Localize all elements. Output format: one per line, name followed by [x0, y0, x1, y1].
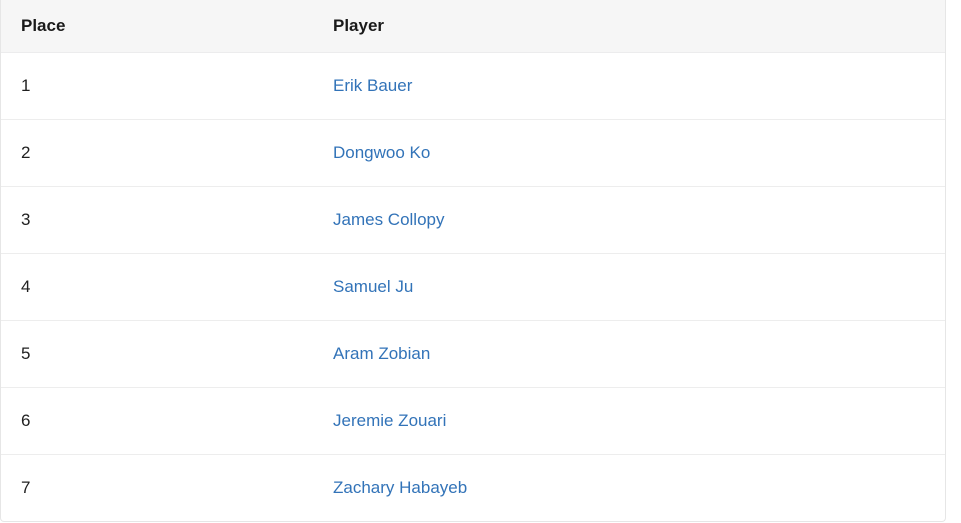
cell-country: Germany: [506, 252, 945, 320]
player-link[interactable]: Erik Bauer: [333, 76, 412, 95]
table-row: 2 Dongwoo Ko Canada €100,100: [1, 118, 945, 186]
table-header: Place Player Country Prize: [1, 0, 945, 53]
cell-place: 1: [21, 75, 31, 95]
cell-place: 4: [1, 252, 167, 320]
table-row: 7 Zachary Habayeb Canada €24,400: [1, 453, 945, 521]
tournament-results-table: Place Player Country Prize 1 Erik Bauer …: [1, 0, 945, 521]
cell-place: 6: [1, 386, 167, 454]
results-table-container: Place Player Country Prize 1 Erik Bauer …: [0, 0, 946, 522]
cell-player: Zachary Habayeb: [167, 453, 506, 521]
cell-player: Erik Bauer: [167, 52, 506, 119]
column-header-place: Place: [1, 0, 167, 53]
player-link[interactable]: Zachary Habayeb: [333, 478, 467, 497]
cell-country: France: [506, 386, 945, 454]
player-link[interactable]: Aram Zobian: [333, 344, 430, 363]
cell-player: Dongwoo Ko: [167, 118, 506, 186]
cell-player: Jeremie Zouari: [167, 386, 506, 454]
table-header-row: Place Player Country Prize: [1, 0, 945, 53]
cell-place: 3: [1, 185, 167, 253]
cell-country: Slovakia: [506, 52, 945, 119]
column-header-country: Country: [506, 0, 945, 53]
player-link[interactable]: Dongwoo Ko: [333, 143, 430, 162]
cell-player: James Collopy: [167, 185, 506, 253]
cell-player: Aram Zobian: [167, 319, 506, 387]
player-link[interactable]: Jeremie Zouari: [333, 411, 446, 430]
cell-place: 7: [1, 453, 167, 521]
table-row: 5 Aram Zobian United States €39,600: [1, 319, 945, 387]
table-row: 3 James Collopy United States €67,500: [1, 185, 945, 253]
table-row: 6 Jeremie Zouari France €31,400: [1, 386, 945, 454]
cell-country: Canada: [506, 118, 945, 186]
cell-country: United States: [506, 319, 945, 387]
column-header-player: Player: [167, 0, 506, 53]
cell-country: Canada: [506, 453, 945, 521]
table-row: 1 Erik Bauer Slovakia €151,400: [1, 52, 945, 119]
player-link[interactable]: Samuel Ju: [333, 277, 413, 296]
table-row: 4 Samuel Ju Germany €51,200: [1, 252, 945, 320]
cell-place: 2: [1, 118, 167, 186]
cell-country: United States: [506, 185, 945, 253]
cell-place: 5: [1, 319, 167, 387]
cell-player: Samuel Ju: [167, 252, 506, 320]
player-link[interactable]: James Collopy: [333, 210, 445, 229]
table-body: 1 Erik Bauer Slovakia €151,400 2 Dongwoo…: [1, 52, 945, 521]
